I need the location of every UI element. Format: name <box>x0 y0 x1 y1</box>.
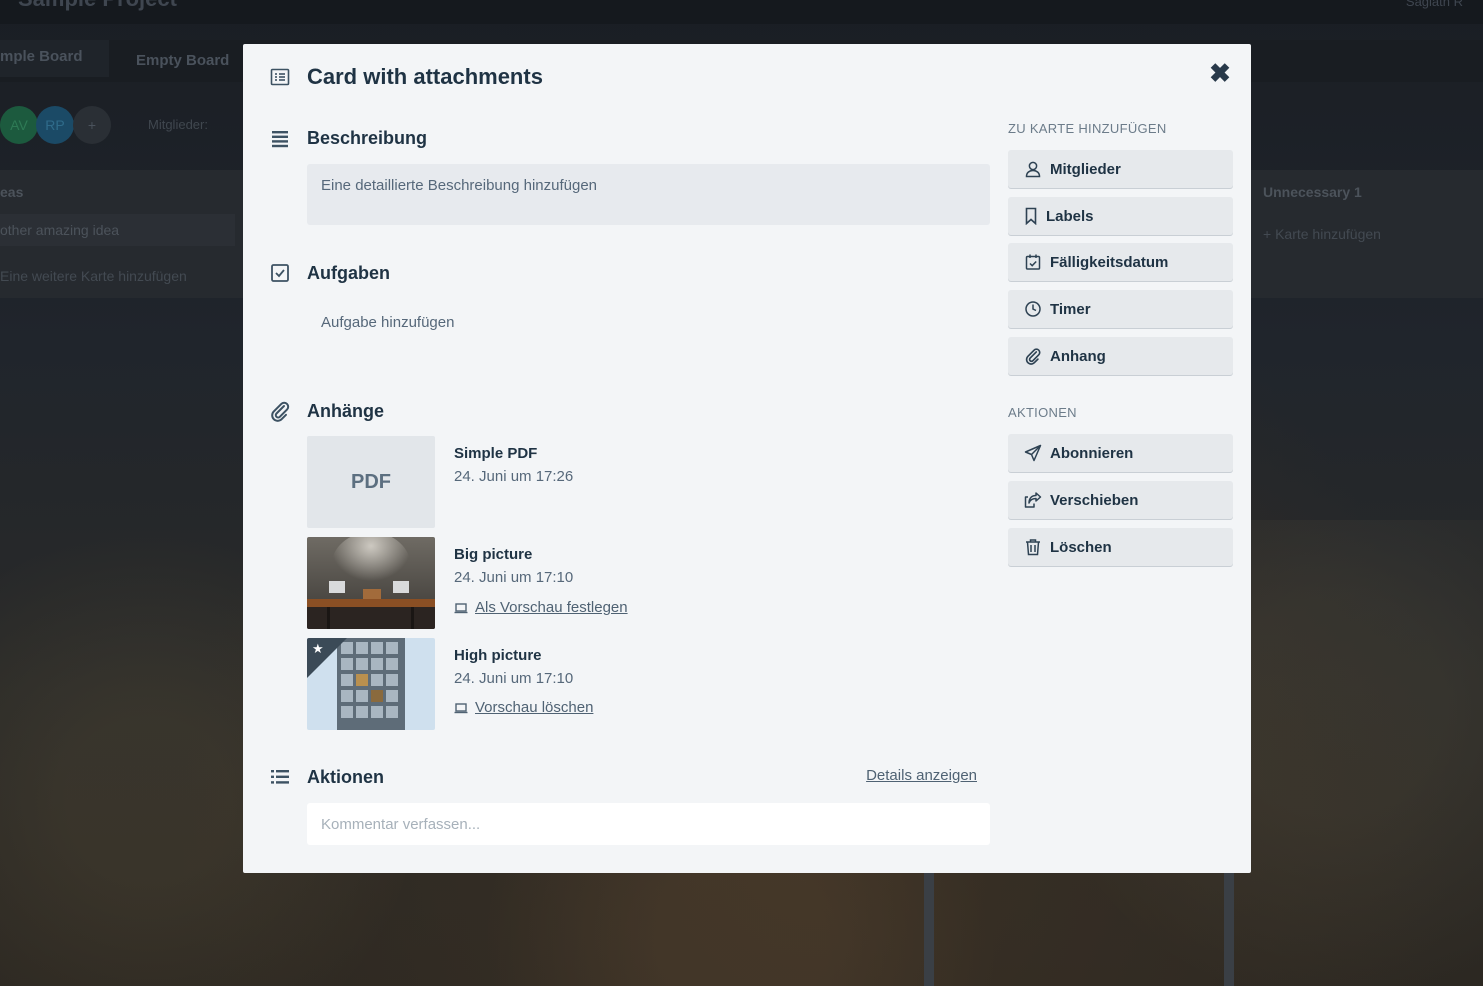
comment-input[interactable] <box>307 803 990 845</box>
add-to-card-heading: ZU KARTE HINZUFÜGEN <box>1008 121 1167 136</box>
attachment-date: 24. Juni um 17:10 <box>454 670 574 687</box>
members-label: Mitglieder <box>1050 160 1121 178</box>
clock-icon <box>1024 300 1042 318</box>
attachment-name[interactable]: Simple PDF <box>454 445 537 462</box>
attachment-label: Anhang <box>1050 347 1106 365</box>
attachment-thumbnail-pdf[interactable]: PDF <box>307 436 435 528</box>
remove-cover-button[interactable]: Vorschau löschen <box>454 699 593 716</box>
card-icon <box>269 66 291 88</box>
remove-cover-label: Vorschau löschen <box>475 699 594 716</box>
due-date-button[interactable]: Fälligkeitsdatum <box>1008 243 1233 281</box>
description-heading: Beschreibung <box>307 128 428 148</box>
attachment-button[interactable]: Anhang <box>1008 337 1233 375</box>
tab-sample-board[interactable]: mple Board <box>0 40 109 77</box>
cover-star-icon: ★ <box>312 641 324 656</box>
list-column: eas other amazing idea Eine weitere Kart… <box>0 170 243 298</box>
bookmark-icon <box>1024 207 1038 225</box>
user-name[interactable]: Sagiath R <box>1406 0 1463 9</box>
tasks-heading: Aufgaben <box>307 263 390 283</box>
move-button[interactable]: Verschieben <box>1008 481 1233 519</box>
due-date-label: Fälligkeitsdatum <box>1050 253 1169 271</box>
labels-button[interactable]: Labels <box>1008 197 1233 235</box>
actions-heading: AKTIONEN <box>1008 405 1077 420</box>
add-member-icon[interactable]: + <box>73 106 111 144</box>
paperclip-icon <box>269 400 291 422</box>
list-column: Unnecessary 1 + Karte hinzufügen <box>1251 170 1483 298</box>
paperclip-icon <box>1024 347 1042 365</box>
share-icon <box>1024 491 1042 509</box>
delete-button[interactable]: Löschen <box>1008 528 1233 566</box>
top-bar: Sample Project Sagiath R <box>0 0 1483 24</box>
set-cover-label: Als Vorschau festlegen <box>475 599 628 616</box>
timer-button[interactable]: Timer <box>1008 290 1233 328</box>
list-title: Unnecessary 1 <box>1263 184 1362 200</box>
laptop-icon <box>454 702 468 714</box>
timer-label: Timer <box>1050 300 1091 318</box>
close-icon[interactable]: ✖ <box>1207 60 1233 86</box>
description-icon <box>269 127 291 149</box>
attachments-heading: Anhänge <box>307 401 385 421</box>
subscribe-label: Abonnieren <box>1050 444 1134 462</box>
list-divider <box>924 872 934 986</box>
list-divider <box>1224 872 1234 986</box>
move-label: Verschieben <box>1050 491 1139 509</box>
attachment-date: 24. Juni um 17:26 <box>454 468 574 485</box>
trash-icon <box>1024 538 1042 556</box>
project-title[interactable]: Sample Project <box>18 0 177 12</box>
checkbox-icon <box>269 262 291 284</box>
members-button[interactable]: Mitglieder <box>1008 150 1233 188</box>
add-card-button[interactable]: Eine weitere Karte hinzufügen <box>0 268 187 284</box>
members-label: Mitglieder: <box>148 117 208 132</box>
labels-label: Labels <box>1046 207 1094 225</box>
laptop-icon <box>454 602 468 614</box>
pdf-label: PDF <box>351 470 391 493</box>
subscribe-button[interactable]: Abonnieren <box>1008 434 1233 472</box>
delete-label: Löschen <box>1050 538 1112 556</box>
calendar-icon <box>1024 253 1042 271</box>
user-icon <box>1024 160 1042 178</box>
attachment-name[interactable]: Big picture <box>454 546 532 563</box>
list-title: eas <box>0 184 24 200</box>
add-task-button[interactable]: Aufgabe hinzufügen <box>321 314 454 331</box>
set-cover-button[interactable]: Als Vorschau festlegen <box>454 599 628 616</box>
activity-list-icon <box>269 766 291 788</box>
tab-empty-board[interactable]: Empty Board <box>136 52 229 69</box>
list-item[interactable]: other amazing idea <box>0 214 235 246</box>
activity-heading: Aktionen <box>307 767 385 787</box>
card-modal: Card with attachments ✖ Beschreibung Ein… <box>243 44 1251 873</box>
attachment-thumbnail-image[interactable]: ★ <box>307 638 435 730</box>
avatar[interactable]: RP <box>36 106 74 144</box>
add-card-button[interactable]: + Karte hinzufügen <box>1263 226 1381 242</box>
description-field[interactable]: Eine detaillierte Beschreibung hinzufüge… <box>307 164 990 225</box>
attachment-date: 24. Juni um 17:10 <box>454 569 574 586</box>
add-card-label: Karte hinzufügen <box>1275 226 1381 242</box>
avatar[interactable]: AV <box>0 106 38 144</box>
attachment-name[interactable]: High picture <box>454 647 542 664</box>
card-title[interactable]: Card with attachments <box>307 64 543 90</box>
attachment-thumbnail-image[interactable] <box>307 537 435 629</box>
show-details-link[interactable]: Details anzeigen <box>866 767 977 784</box>
send-icon <box>1024 444 1042 462</box>
